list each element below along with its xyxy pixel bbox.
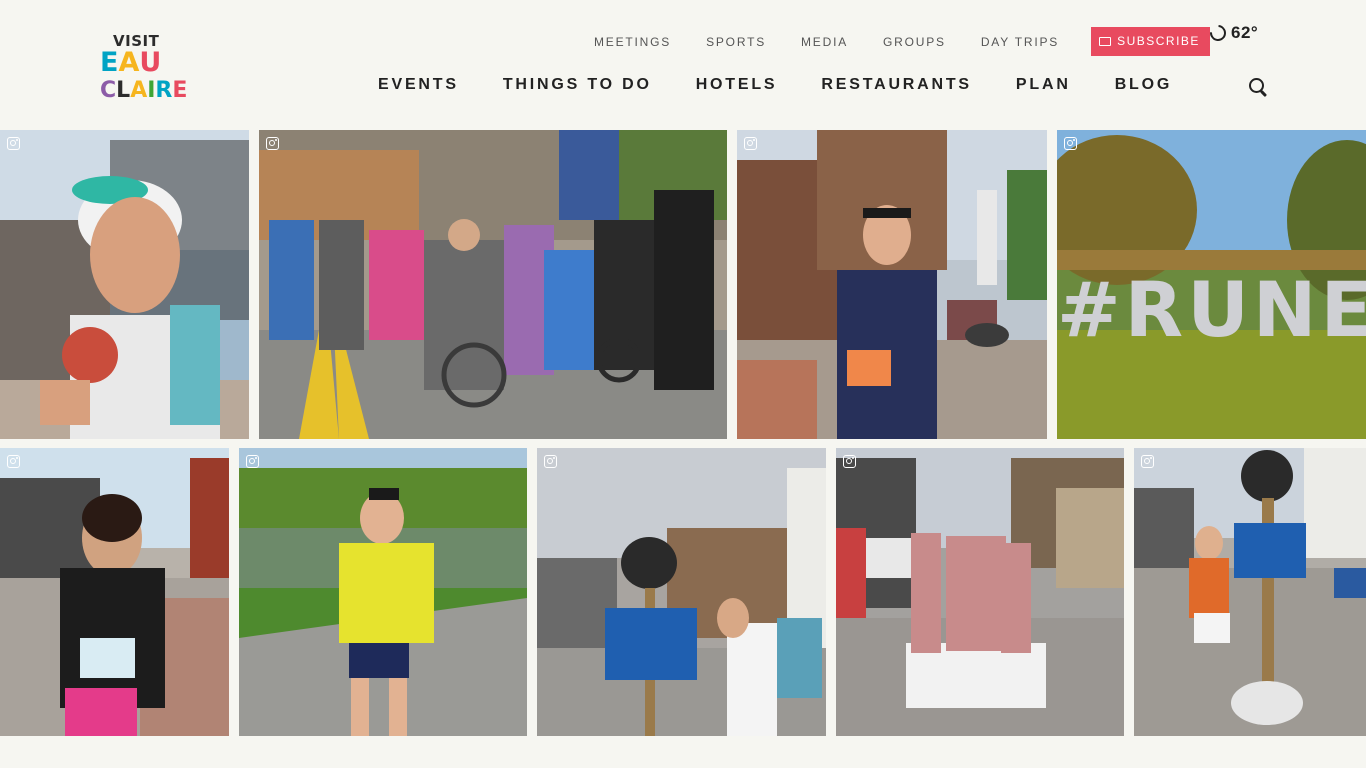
nav-day-trips[interactable]: DAY TRIPS	[981, 35, 1059, 49]
instagram-icon	[744, 137, 757, 150]
runner-bib-photo[interactable]	[737, 130, 1047, 439]
pr-bell-runner-image	[1134, 448, 1366, 736]
subscribe-label: SUBSCRIBE	[1117, 34, 1200, 48]
instagram-icon	[7, 137, 20, 150]
logo-letter: A	[118, 47, 140, 78]
nav-meetings[interactable]: MEETINGS	[594, 35, 671, 49]
runner-medal-bite-photo[interactable]	[0, 448, 229, 736]
utility-nav: MEETINGS SPORTS MEDIA GROUPS DAY TRIPS S…	[594, 27, 1210, 56]
runner-bib-image	[737, 130, 1047, 439]
pr-bell-photo[interactable]	[537, 448, 826, 736]
weather-widget: 62°	[1206, 21, 1259, 45]
runec-sign-text: #RUNEC	[1057, 265, 1366, 354]
race-wheelchair-photo[interactable]	[259, 130, 727, 439]
nav-media[interactable]: MEDIA	[801, 35, 848, 49]
logo-letter: A	[130, 78, 148, 103]
site-header: VISIT E A U C L A I R E MEETINGS SPORTS …	[0, 0, 1366, 130]
moon-icon	[1206, 21, 1230, 45]
instagram-icon	[246, 455, 259, 468]
nav-events[interactable]: EVENTS	[378, 76, 459, 94]
logo-row-claire: C L A I R E	[100, 78, 187, 104]
visit-eau-claire-logo[interactable]: VISIT E A U C L A I R E	[100, 30, 196, 108]
logo-letter: C	[100, 78, 117, 103]
podium-image	[836, 448, 1124, 736]
main-nav: EVENTS THINGS TO DO HOTELS RESTAURANTS P…	[378, 76, 1216, 94]
nav-hotels[interactable]: HOTELS	[696, 76, 778, 94]
instagram-icon	[843, 455, 856, 468]
nav-groups[interactable]: GROUPS	[883, 35, 946, 49]
selfie-medal-photo[interactable]	[0, 130, 249, 439]
logo-letter: L	[116, 78, 131, 103]
nav-things-to-do[interactable]: THINGS TO DO	[503, 76, 652, 94]
logo-letter: I	[147, 78, 156, 103]
nav-restaurants[interactable]: RESTAURANTS	[821, 76, 972, 94]
podium-photo[interactable]	[836, 448, 1124, 736]
instagram-icon	[1064, 137, 1077, 150]
instagram-icon	[544, 455, 557, 468]
mail-icon	[1099, 37, 1112, 46]
race-wheelchair-image	[259, 130, 727, 439]
nav-plan[interactable]: PLAN	[1016, 76, 1071, 94]
nav-blog[interactable]: BLOG	[1115, 76, 1172, 94]
runner-medal-bite-image	[0, 448, 229, 736]
footer-strip	[0, 736, 1366, 768]
runner-yellow-shirt-photo[interactable]	[239, 448, 527, 736]
subscribe-button[interactable]: SUBSCRIBE	[1091, 27, 1210, 56]
logo-letter: R	[155, 78, 173, 103]
nav-sports[interactable]: SPORTS	[706, 35, 766, 49]
selfie-medal-image	[0, 130, 249, 439]
runner-yellow-shirt-image	[239, 448, 527, 736]
pr-bell-image	[537, 448, 826, 736]
temperature: 62°	[1231, 23, 1259, 42]
instagram-icon	[1141, 455, 1154, 468]
logo-letter: E	[100, 47, 119, 78]
runec-sign-image: #RUNEC	[1057, 130, 1366, 439]
logo-row-eau: E A U	[100, 47, 162, 78]
search-icon[interactable]	[1249, 78, 1264, 93]
instagram-icon	[266, 137, 279, 150]
instagram-icon	[7, 455, 20, 468]
pr-bell-runner-photo[interactable]	[1134, 448, 1366, 736]
runec-sign-photo[interactable]: #RUNEC	[1057, 130, 1366, 439]
logo-letter: E	[172, 78, 188, 103]
logo-letter: U	[139, 47, 162, 78]
